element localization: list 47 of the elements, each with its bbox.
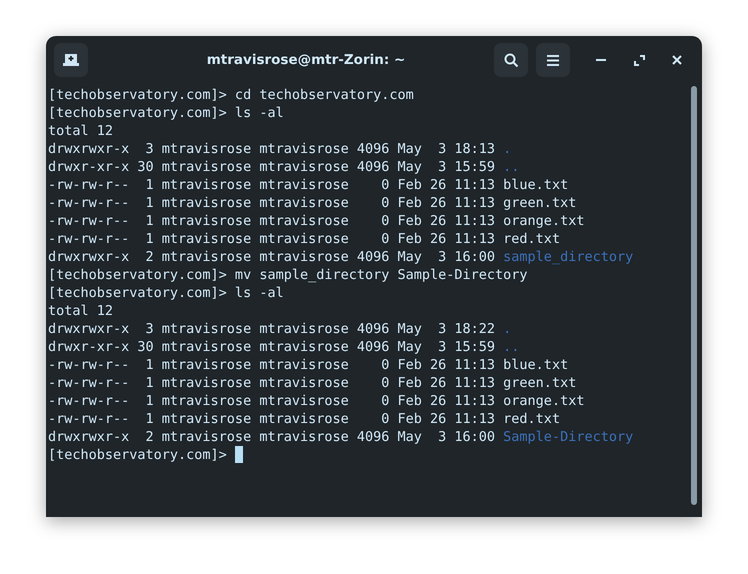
file-info: drwxr-xr-x 30 mtravisrose mtravisrose 4096 May 3 15:59 (48, 159, 496, 175)
command-line: [techobservatory.com]> ls -al (48, 105, 284, 121)
file-name: .. (503, 339, 520, 355)
file-info: -rw-rw-r-- 1 mtravisrose mtravisrose 0 Feb 26 11:13 (48, 411, 496, 427)
file-info: -rw-rw-r-- 1 mtravisrose mtravisrose 0 Feb 26 11:13 (48, 213, 496, 229)
scrollbar[interactable] (691, 86, 697, 505)
file-info: -rw-rw-r-- 1 mtravisrose mtravisrose 0 Feb 26 11:13 (48, 393, 496, 409)
file-info: -rw-rw-r-- 1 mtravisrose mtravisrose 0 Feb 26 11:13 (48, 231, 496, 247)
file-name: orange.txt (503, 393, 584, 409)
file-name: red.txt (503, 411, 560, 427)
file-name: .. (503, 159, 520, 175)
command-line: [techobservatory.com]> cd techobservatory.com (48, 87, 414, 103)
new-tab-icon (63, 53, 79, 67)
file-info: drwxr-xr-x 30 mtravisrose mtravisrose 4096 May 3 15:59 (48, 339, 496, 355)
search-button[interactable] (494, 43, 528, 77)
file-info: drwxrwxr-x 2 mtravisrose mtravisrose 4096 May 3 16:00 (48, 429, 496, 445)
file-info: -rw-rw-r-- 1 mtravisrose mtravisrose 0 Feb 26 11:13 (48, 177, 496, 193)
command-line: [techobservatory.com]> mv sample_directory Sample-Directory (48, 267, 528, 283)
menu-button[interactable] (536, 43, 570, 77)
output-line: total 12 (48, 123, 114, 139)
file-name: . (503, 321, 512, 337)
file-name: sample_directory (503, 249, 634, 265)
minimize-icon (596, 59, 606, 61)
file-name: . (503, 141, 512, 157)
file-info: drwxrwxr-x 3 mtravisrose mtravisrose 4096 May 3 18:13 (48, 141, 496, 157)
prompt-text: [techobservatory.com]> (48, 447, 227, 463)
menu-icon (547, 54, 559, 66)
text-cursor (234, 446, 243, 463)
output-line: total 12 (48, 303, 114, 319)
maximize-icon (634, 54, 644, 66)
search-icon (504, 52, 518, 68)
file-info: -rw-rw-r-- 1 mtravisrose mtravisrose 0 Feb 26 11:13 (48, 375, 496, 391)
file-info: -rw-rw-r-- 1 mtravisrose mtravisrose 0 Feb 26 11:13 (48, 195, 496, 211)
command-line: [techobservatory.com]> ls -al (48, 285, 284, 301)
file-info: -rw-rw-r-- 1 mtravisrose mtravisrose 0 Feb 26 11:13 (48, 357, 496, 373)
new-tab-button[interactable] (54, 43, 88, 77)
file-name: green.txt (503, 375, 576, 391)
file-name: green.txt (503, 195, 576, 211)
close-icon (672, 55, 682, 65)
file-name: blue.txt (503, 357, 568, 373)
file-info: drwxrwxr-x 2 mtravisrose mtravisrose 4096 May 3 16:00 (48, 249, 496, 265)
file-name: orange.txt (503, 213, 584, 229)
file-info: drwxrwxr-x 3 mtravisrose mtravisrose 4096 May 3 18:22 (48, 321, 496, 337)
file-name: blue.txt (503, 177, 568, 193)
file-name: red.txt (503, 231, 560, 247)
file-name: Sample-Directory (503, 429, 634, 445)
window-title: mtravisrose@mtr-Zorin: ~ (206, 52, 406, 68)
